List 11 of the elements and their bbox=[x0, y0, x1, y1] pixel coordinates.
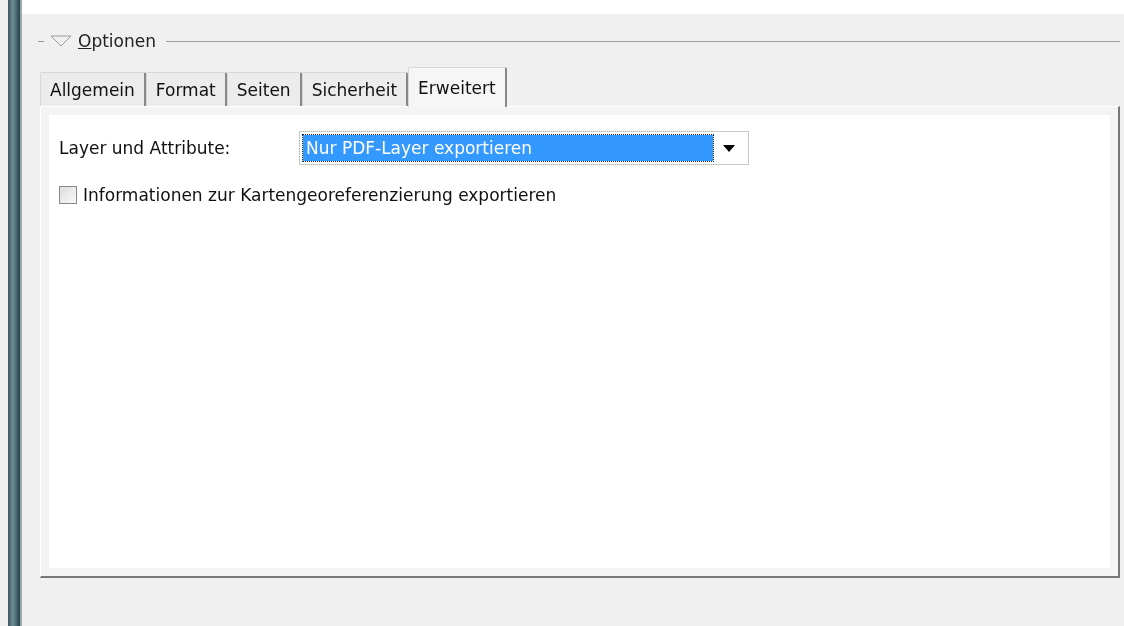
section-title[interactable]: Optionen bbox=[78, 31, 156, 51]
tab[interactable]: Allgemein bbox=[40, 72, 146, 106]
checkbox[interactable] bbox=[59, 186, 77, 204]
caret-icon bbox=[723, 144, 735, 152]
checkbox-label: Informationen zur Kartengeoreferenzierung exportieren bbox=[83, 185, 557, 205]
tab[interactable]: Erweitert bbox=[408, 67, 507, 107]
tab[interactable]: Seiten bbox=[226, 72, 302, 106]
field-label: Layer und Attribute: bbox=[59, 138, 232, 158]
tab[interactable]: Sicherheit bbox=[301, 72, 409, 106]
tab[interactable]: Format bbox=[145, 72, 227, 106]
collapse-triangle-icon[interactable] bbox=[50, 35, 72, 47]
